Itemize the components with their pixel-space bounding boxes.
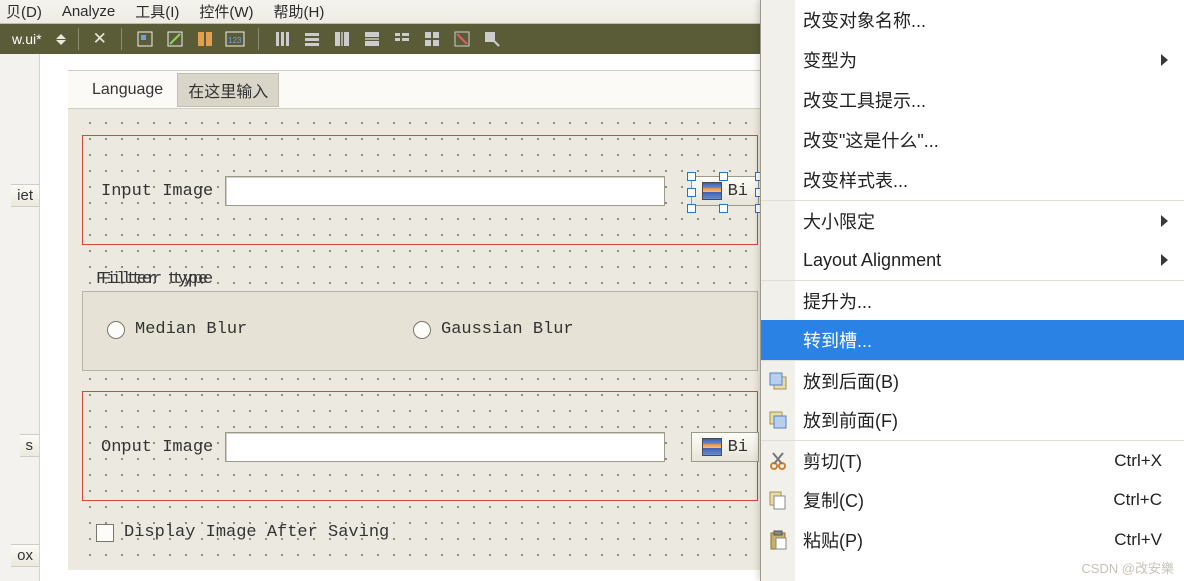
label-output-image: Onput Image	[101, 438, 213, 457]
context-menu-label: 改变工具提示...	[803, 87, 926, 113]
menu-language[interactable]: Language	[82, 77, 173, 103]
layout-vert-icon[interactable]	[299, 27, 325, 51]
context-menu-item[interactable]: 放到后面(B)	[761, 360, 1184, 400]
watermark: CSDN @改安樂	[1081, 558, 1174, 577]
checkbox-label: Display Image After Saving	[124, 523, 389, 542]
svg-text:123: 123	[228, 36, 242, 45]
context-menu-label: 改变对象名称...	[803, 7, 926, 33]
copy-icon	[767, 489, 789, 511]
context-menu-item[interactable]: 剪切(T) Ctrl+X	[761, 440, 1184, 480]
menubar[interactable]: 贝(D) Analyze 工具(I) 控件(W) 帮助(H)	[0, 0, 760, 24]
groupbox-filter[interactable]: Filter type Median Blur Gaussian Blur	[82, 291, 758, 371]
context-menu-item[interactable]: 粘贴(P) Ctrl+V	[761, 520, 1184, 560]
context-menu-item[interactable]: 提升为...	[761, 280, 1184, 320]
context-menu-label: 剪切(T)	[803, 448, 862, 474]
context-menu-item[interactable]: 大小限定	[761, 200, 1184, 240]
menu-item[interactable]: 控件(W)	[199, 1, 253, 22]
context-menu-item[interactable]: Layout Alignment	[761, 240, 1184, 280]
cut-icon	[767, 450, 789, 472]
groupbox-output[interactable]: Onput Image Bi	[82, 391, 758, 501]
edit-signals-icon[interactable]	[162, 27, 188, 51]
chevron-right-icon	[1161, 54, 1168, 66]
dock-tab[interactable]: iet	[11, 184, 39, 207]
context-menu-label: Layout Alignment	[803, 250, 941, 271]
context-menu-label: 粘贴(P)	[803, 527, 863, 553]
label-input-image: Input Image	[101, 182, 213, 201]
close-document-icon[interactable]: ✕	[89, 29, 111, 49]
radio-gaussian-label: Gaussian Blur	[441, 320, 574, 339]
browse-button-label: Bi	[728, 438, 748, 457]
checkbox-display-after-save[interactable]	[96, 524, 114, 542]
groupbox-filter-title-vis: Filter type	[96, 270, 208, 289]
menu-item[interactable]: Analyze	[62, 3, 115, 20]
context-menu-item[interactable]: 转到槽...	[761, 320, 1184, 360]
context-menu-label: 改变样式表...	[803, 167, 908, 193]
paste-icon	[767, 529, 789, 551]
form-designer[interactable]: Language 在这里输入 Input Image Bi Filter typ…	[68, 70, 760, 570]
chevron-right-icon	[1161, 215, 1168, 227]
radio-median-label: Median Blur	[135, 320, 247, 339]
radio-median[interactable]	[107, 321, 125, 339]
document-switcher-icon[interactable]	[56, 30, 68, 48]
context-menu-label: 提升为...	[803, 288, 872, 314]
image-icon	[702, 182, 722, 200]
context-menu-item[interactable]: 改变工具提示...	[761, 80, 1184, 120]
context-menu-item[interactable]: 改变"这是什么"...	[761, 120, 1184, 160]
context-menu-label: 改变"这是什么"...	[803, 127, 939, 153]
left-dock: iet s ox	[0, 54, 40, 581]
context-menu-label: 复制(C)	[803, 487, 864, 513]
menu-item[interactable]: 帮助(H)	[274, 1, 325, 22]
context-menu-label: 放到前面(F)	[803, 407, 898, 433]
context-menu-item[interactable]: 变型为	[761, 40, 1184, 80]
adjust-size-icon[interactable]	[479, 27, 505, 51]
layout-vert-splitter-icon[interactable]	[359, 27, 385, 51]
layout-horiz-splitter-icon[interactable]	[329, 27, 355, 51]
toolbar: w.ui* ✕ 123	[0, 24, 760, 54]
browse-output-button[interactable]: Bi	[691, 432, 759, 462]
context-menu-item[interactable]: 放到前面(F)	[761, 400, 1184, 440]
context-menu-label: 转到槽...	[803, 327, 872, 353]
document-title: w.ui*	[6, 31, 48, 47]
context-menu-item[interactable]: 改变对象名称...	[761, 0, 1184, 40]
context-menu-label: 放到后面(B)	[803, 368, 899, 394]
layout-horiz-icon[interactable]	[269, 27, 295, 51]
layout-form-icon[interactable]	[389, 27, 415, 51]
menu-shortcut: Ctrl+V	[1114, 530, 1162, 550]
browse-button-label: Bi	[728, 182, 748, 201]
context-menu-label: 变型为	[803, 47, 857, 73]
edit-tab-order-icon[interactable]: 123	[222, 27, 248, 51]
send-front-icon	[767, 409, 789, 431]
input-image-field[interactable]	[225, 176, 665, 206]
menu-shortcut: Ctrl+X	[1114, 451, 1162, 471]
menu-shortcut: Ctrl+C	[1113, 490, 1162, 510]
groupbox-input[interactable]: Input Image Bi	[82, 135, 758, 245]
edit-buddies-icon[interactable]	[192, 27, 218, 51]
context-menu-item[interactable]: 改变样式表...	[761, 160, 1184, 200]
radio-gaussian[interactable]	[413, 321, 431, 339]
layout-grid-icon[interactable]	[419, 27, 445, 51]
menu-placeholder[interactable]: 在这里输入	[177, 73, 279, 107]
menu-item[interactable]: 工具(I)	[135, 1, 179, 22]
edit-widgets-icon[interactable]	[132, 27, 158, 51]
dock-tab[interactable]: s	[20, 434, 40, 457]
context-menu-item[interactable]: 复制(C) Ctrl+C	[761, 480, 1184, 520]
break-layout-icon[interactable]	[449, 27, 475, 51]
send-back-icon	[767, 370, 789, 392]
context-menu-label: 大小限定	[803, 208, 875, 234]
context-menu[interactable]: 改变对象名称... 变型为改变工具提示... 改变"这是什么"... 改变样式表...…	[760, 0, 1184, 581]
output-image-field[interactable]	[225, 432, 665, 462]
menu-item[interactable]: 贝(D)	[6, 1, 42, 22]
image-icon	[702, 438, 722, 456]
chevron-right-icon	[1161, 254, 1168, 266]
dock-tab[interactable]: ox	[11, 544, 39, 567]
